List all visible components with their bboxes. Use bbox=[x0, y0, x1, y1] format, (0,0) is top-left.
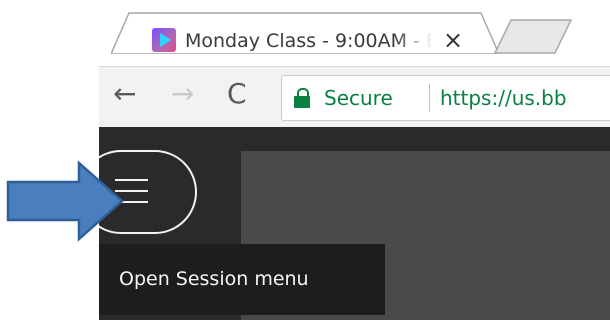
browser-toolbar: ← → C Secure https://us.bb bbox=[99, 66, 610, 128]
browser-window: Monday Class - 9:00AM - Blackboard Colla… bbox=[99, 0, 610, 320]
address-divider bbox=[429, 84, 430, 112]
play-icon bbox=[160, 33, 171, 47]
tooltip-text: Open Session menu bbox=[119, 268, 309, 290]
back-arrow-icon[interactable]: ← bbox=[113, 79, 136, 109]
right-arrow-icon bbox=[6, 160, 124, 242]
url-text: https://us.bb bbox=[440, 86, 567, 110]
session-menu-tooltip: Open Session menu bbox=[99, 244, 385, 315]
tab-monday-class[interactable]: Monday Class - 9:00AM - Blackboard Colla… bbox=[111, 12, 499, 54]
screenshot-stage: Monday Class - 9:00AM - Blackboard Colla… bbox=[0, 0, 610, 320]
new-tab-shape bbox=[493, 19, 573, 54]
collaborate-session-view: Open Session menu bbox=[99, 127, 610, 320]
collaborate-favicon-icon bbox=[152, 28, 176, 52]
lock-icon bbox=[294, 88, 310, 108]
address-bar[interactable]: Secure https://us.bb bbox=[281, 75, 610, 121]
tab-title: Monday Class - 9:00AM - Blackboard Colla… bbox=[185, 30, 433, 52]
tab-close-icon[interactable]: × bbox=[443, 28, 463, 52]
forward-arrow-icon[interactable]: → bbox=[171, 79, 194, 109]
secure-label: Secure bbox=[324, 86, 393, 110]
new-tab-button[interactable] bbox=[493, 18, 573, 58]
reload-icon[interactable]: C bbox=[227, 79, 247, 109]
tab-strip: Monday Class - 9:00AM - Blackboard Colla… bbox=[99, 0, 610, 66]
